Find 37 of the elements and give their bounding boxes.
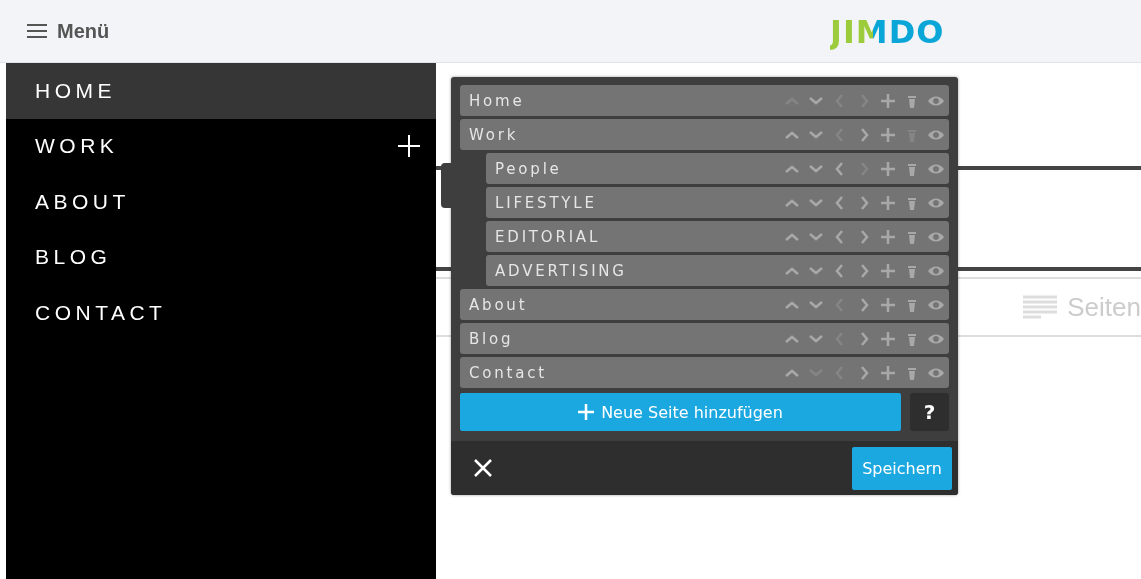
nav-label: CONTACT [35,300,167,325]
page-label: ADVERTISING [495,261,627,280]
save-button[interactable]: Speichern [852,446,952,490]
nav-label: BLOG [35,245,112,270]
page-label: Home [469,91,525,110]
nav-label: ABOUT [35,189,130,214]
page-row[interactable]: ADVERTISING [486,255,949,286]
page-label: Blog [469,329,514,348]
page-label: Work [469,125,519,144]
page-row[interactable]: People [486,153,949,184]
page-row[interactable]: Contact [460,357,949,388]
nav-item[interactable]: CONTACT [6,285,437,341]
page-row[interactable]: About [460,289,949,320]
nav-item[interactable]: ABOUT [6,174,437,230]
page-label: EDITORIAL [495,227,601,246]
page-label: People [495,159,562,178]
nav-item[interactable]: HOME [6,63,437,119]
page-row[interactable]: LIFESTYLE [486,187,949,218]
nav-label: WORK [35,134,119,159]
close-icon[interactable] [474,459,492,477]
help-button[interactable]: ? [910,393,949,431]
page-row[interactable]: Blog [460,323,949,354]
nav-item[interactable]: WORK [6,118,437,174]
page-label: Contact [469,363,547,382]
add-page-button[interactable]: Neue Seite hinzufügen [460,393,901,431]
nav-label: HOME [35,78,116,103]
menu-button[interactable]: Menü [27,19,110,43]
page-row[interactable]: EDITORIAL [486,221,949,252]
plus-icon [578,404,595,420]
nav-item[interactable]: BLOG [6,229,437,285]
menu-icon [27,23,47,39]
text-lines-icon [1023,295,1058,319]
panel-handle[interactable] [441,163,451,208]
page-label: About [469,295,528,314]
page-row[interactable]: Home [460,85,949,116]
page-row[interactable]: Work [460,119,949,150]
page-label: LIFESTYLE [495,193,597,212]
